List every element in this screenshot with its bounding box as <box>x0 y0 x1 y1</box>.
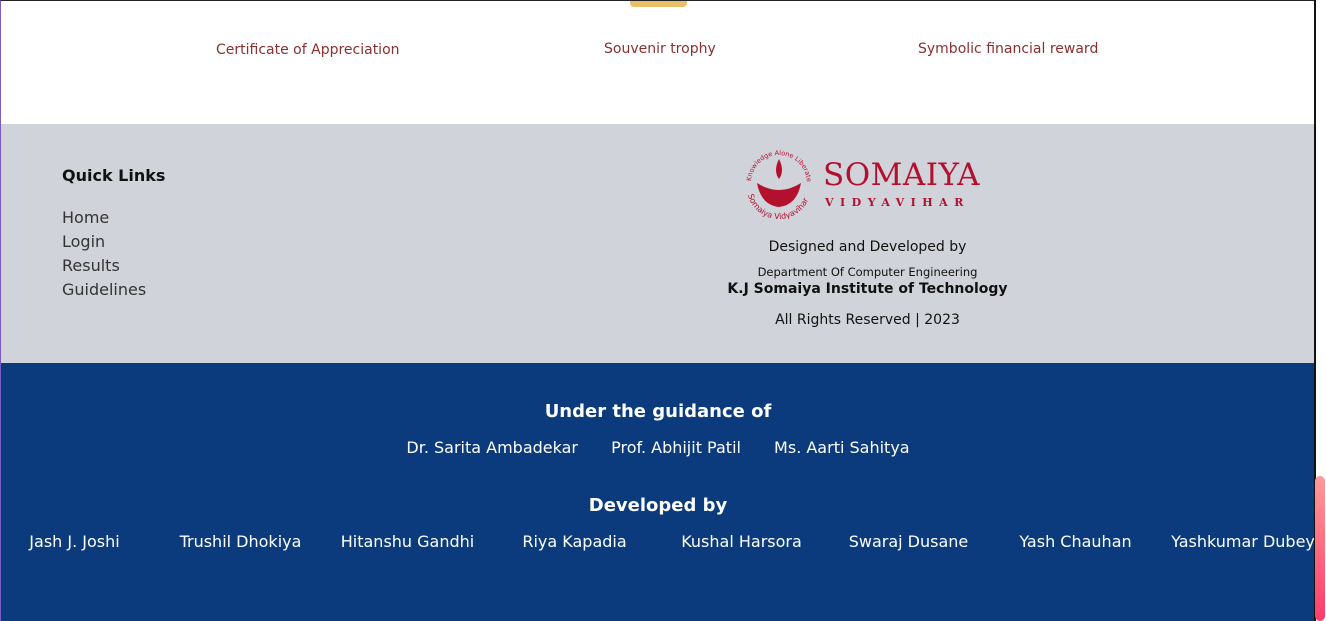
quick-link-guidelines[interactable]: Guidelines <box>62 278 146 302</box>
developer-name: Kushal Harsora <box>681 532 802 551</box>
guides-list: Dr. Sarita Ambadekar Prof. Abhijit Patil… <box>1 438 1315 457</box>
scrollbar[interactable] <box>1314 0 1326 621</box>
department-name: Department Of Computer Engineering <box>757 265 978 279</box>
reward-certificate: Certificate of Appreciation <box>216 42 400 58</box>
quick-links-list: Home Login Results Guidelines <box>62 206 146 302</box>
reward-trophy: Souvenir trophy <box>604 41 716 57</box>
scrollbar-thumb[interactable] <box>1315 476 1325 621</box>
guide-name: Prof. Abhijit Patil <box>611 438 741 457</box>
guidance-title: Under the guidance of <box>544 401 772 422</box>
credits-block: Designed and Developed by Department Of … <box>701 234 1034 328</box>
copyright-text: All Rights Reserved | 2023 <box>775 312 960 328</box>
quick-link-results[interactable]: Results <box>62 254 146 278</box>
developer-name: Trushil Dhokiya <box>179 532 302 551</box>
developer-name: Hitanshu Gandhi <box>340 532 475 551</box>
quick-links-title: Quick Links <box>62 166 166 185</box>
page: Certificate of Appreciation Souvenir tro… <box>0 0 1315 621</box>
reward-financial: Symbolic financial reward <box>918 41 1099 57</box>
brand-subtitle: VIDYAVIHAR <box>825 196 970 209</box>
guide-name: Ms. Aarti Sahitya <box>774 438 910 457</box>
designed-by-label: Designed and Developed by <box>768 239 967 255</box>
developers-title: Developed by <box>588 495 728 516</box>
brand-name: SOMAIYA <box>823 157 980 193</box>
somaiya-logo-icon: Knowledge Alone Liberates Somaiya Vidyav… <box>743 147 813 219</box>
developer-name: Jash J. Joshi <box>29 532 120 551</box>
footer-info: Quick Links Home Login Results Guideline… <box>1 124 1315 363</box>
developer-name: Swaraj Dusane <box>848 532 969 551</box>
developer-name: Yash Chauhan <box>1019 532 1132 551</box>
footer-credits: Under the guidance of Dr. Sarita Ambadek… <box>1 363 1315 621</box>
guide-name: Dr. Sarita Ambadekar <box>406 438 578 457</box>
institute-name: K.J Somaiya Institute of Technology <box>727 281 1008 297</box>
quick-link-login[interactable]: Login <box>62 230 146 254</box>
quick-link-home[interactable]: Home <box>62 206 146 230</box>
developer-name: Yashkumar Dubey <box>1171 532 1315 551</box>
rewards-section: Certificate of Appreciation Souvenir tro… <box>1 1 1315 124</box>
developer-name: Riya Kapadia <box>522 532 627 551</box>
somaiya-brand[interactable]: Knowledge Alone Liberates Somaiya Vidyav… <box>743 147 993 227</box>
